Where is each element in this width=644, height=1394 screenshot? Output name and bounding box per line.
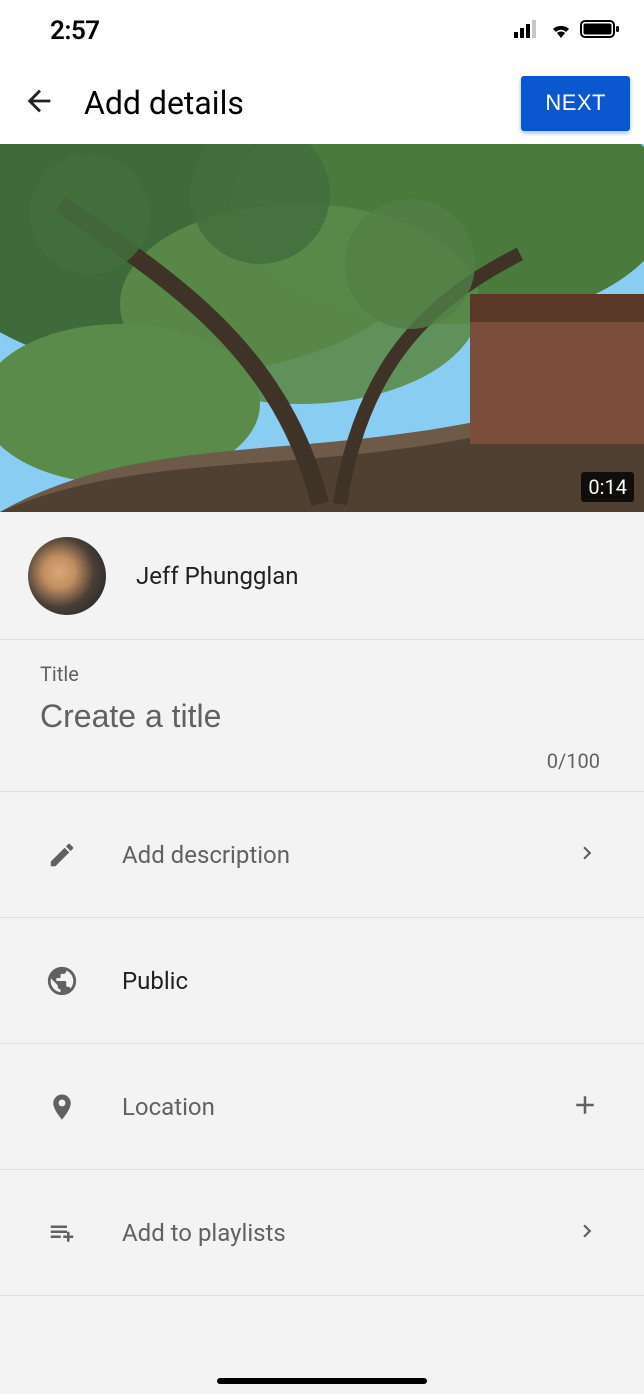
back-arrow-icon[interactable] xyxy=(22,84,56,122)
chevron-right-icon xyxy=(574,840,600,870)
add-to-playlists-row[interactable]: Add to playlists xyxy=(0,1170,644,1296)
wifi-icon xyxy=(548,20,574,42)
cellular-icon xyxy=(514,20,542,42)
status-bar: 2:57 xyxy=(0,0,644,62)
pencil-icon xyxy=(44,840,80,870)
user-name: Jeff Phungglan xyxy=(136,562,299,590)
user-row: Jeff Phungglan xyxy=(0,512,644,640)
globe-icon xyxy=(44,964,80,998)
header-bar: Add details NEXT xyxy=(0,62,644,144)
title-char-counter: 0/100 xyxy=(40,749,604,773)
visibility-row[interactable]: Public xyxy=(0,918,644,1044)
title-section: Title 0/100 xyxy=(0,640,644,792)
avatar xyxy=(28,537,106,615)
title-field-label: Title xyxy=(40,662,604,686)
plus-icon[interactable] xyxy=(570,1090,600,1124)
location-row[interactable]: Location xyxy=(0,1044,644,1170)
visibility-label: Public xyxy=(122,967,600,995)
location-label: Location xyxy=(122,1093,570,1121)
video-thumbnail[interactable]: 0:14 xyxy=(0,144,644,512)
status-time: 2:57 xyxy=(50,16,100,46)
video-duration-badge: 0:14 xyxy=(581,472,634,502)
page-title: Add details xyxy=(84,84,244,122)
home-indicator[interactable] xyxy=(217,1378,427,1384)
playlist-add-icon xyxy=(44,1218,80,1248)
location-pin-icon xyxy=(44,1088,80,1126)
next-button[interactable]: NEXT xyxy=(521,76,630,131)
title-input[interactable] xyxy=(40,698,604,735)
status-icons xyxy=(514,20,620,42)
chevron-right-icon xyxy=(574,1218,600,1248)
add-description-label: Add description xyxy=(122,841,574,869)
add-description-row[interactable]: Add description xyxy=(0,792,644,918)
battery-icon xyxy=(580,20,620,42)
playlists-label: Add to playlists xyxy=(122,1219,574,1247)
